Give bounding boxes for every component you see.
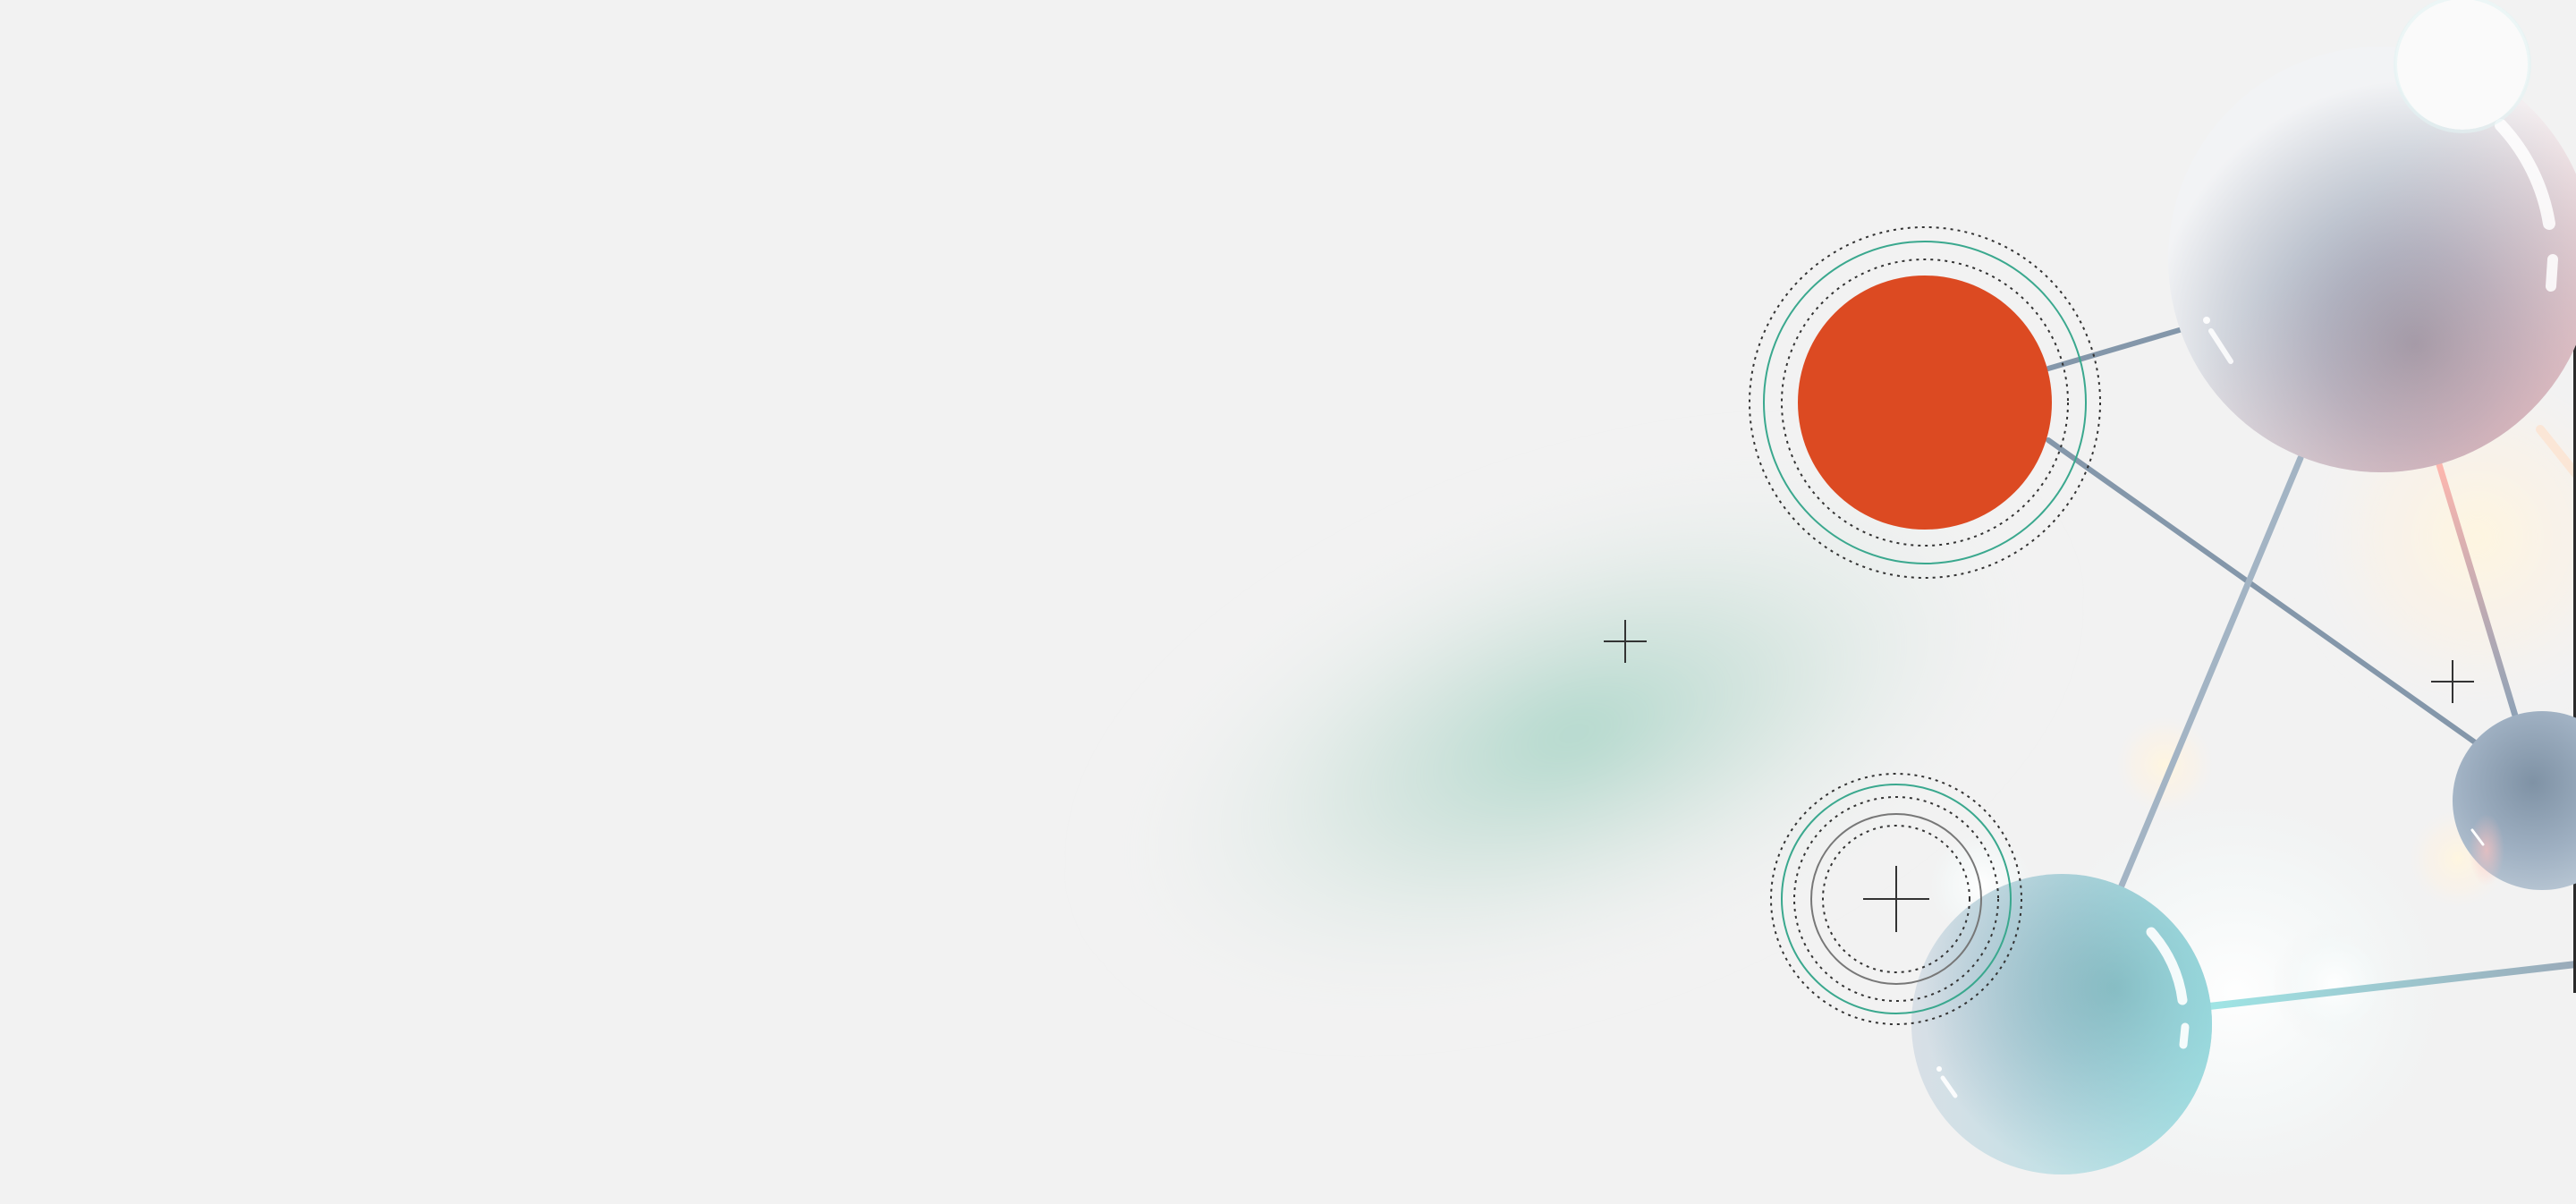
bottom-molecule-node <box>1911 874 2212 1174</box>
large-molecule-node <box>2168 47 2576 472</box>
warm-glow-small <box>2111 711 2218 818</box>
molecule-network-graphic <box>1096 0 2576 1204</box>
red-core <box>1798 276 2052 530</box>
hero-illustration <box>0 0 2576 1204</box>
connector-red-to-top <box>2046 326 2185 371</box>
crosshair-icon <box>1863 866 1929 932</box>
